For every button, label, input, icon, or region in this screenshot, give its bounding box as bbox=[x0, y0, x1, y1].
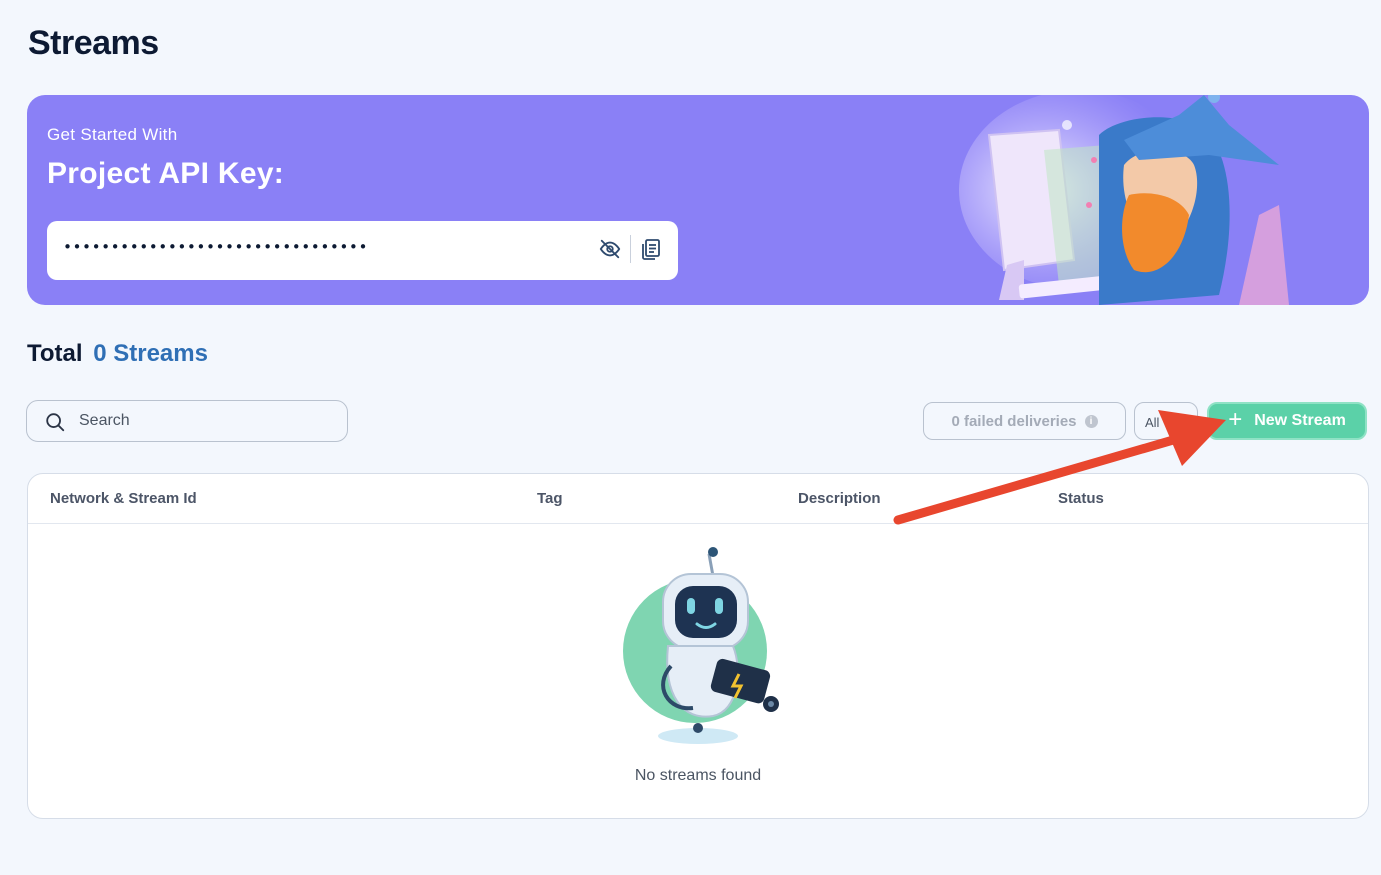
column-header-tag[interactable]: Tag bbox=[537, 490, 563, 507]
key-divider bbox=[630, 235, 631, 263]
api-key-value[interactable]: •••••••••••••••••••••••••••••••• bbox=[63, 238, 368, 256]
total-count: 0 Streams bbox=[93, 340, 208, 367]
column-header-description[interactable]: Description bbox=[798, 490, 881, 507]
eye-off-icon[interactable] bbox=[599, 238, 621, 260]
search-box[interactable] bbox=[26, 400, 348, 442]
api-key-banner: Get Started With Project API Key: ••••••… bbox=[27, 95, 1369, 305]
api-key-field[interactable]: •••••••••••••••••••••••••••••••• bbox=[47, 221, 678, 280]
new-stream-button[interactable]: + New Stream bbox=[1207, 402, 1367, 440]
plus-icon: + bbox=[1228, 406, 1243, 433]
red-arrow-annotation bbox=[893, 410, 1226, 525]
banner-kicker: Get Started With bbox=[47, 125, 178, 144]
search-input[interactable] bbox=[79, 409, 329, 433]
copy-icon[interactable] bbox=[641, 238, 661, 260]
page-title: Streams bbox=[28, 24, 159, 62]
new-stream-label: New Stream bbox=[1254, 412, 1346, 429]
total-label: Total bbox=[27, 340, 83, 367]
column-header-network[interactable]: Network & Stream Id bbox=[50, 490, 197, 507]
streams-total: Total 0 Streams bbox=[27, 340, 208, 368]
wizard-illustration bbox=[959, 95, 1289, 305]
search-icon bbox=[46, 413, 65, 432]
empty-state-message: No streams found bbox=[634, 767, 762, 784]
banner-title: Project API Key: bbox=[47, 157, 285, 190]
robot-empty-state-illustration bbox=[623, 547, 779, 744]
